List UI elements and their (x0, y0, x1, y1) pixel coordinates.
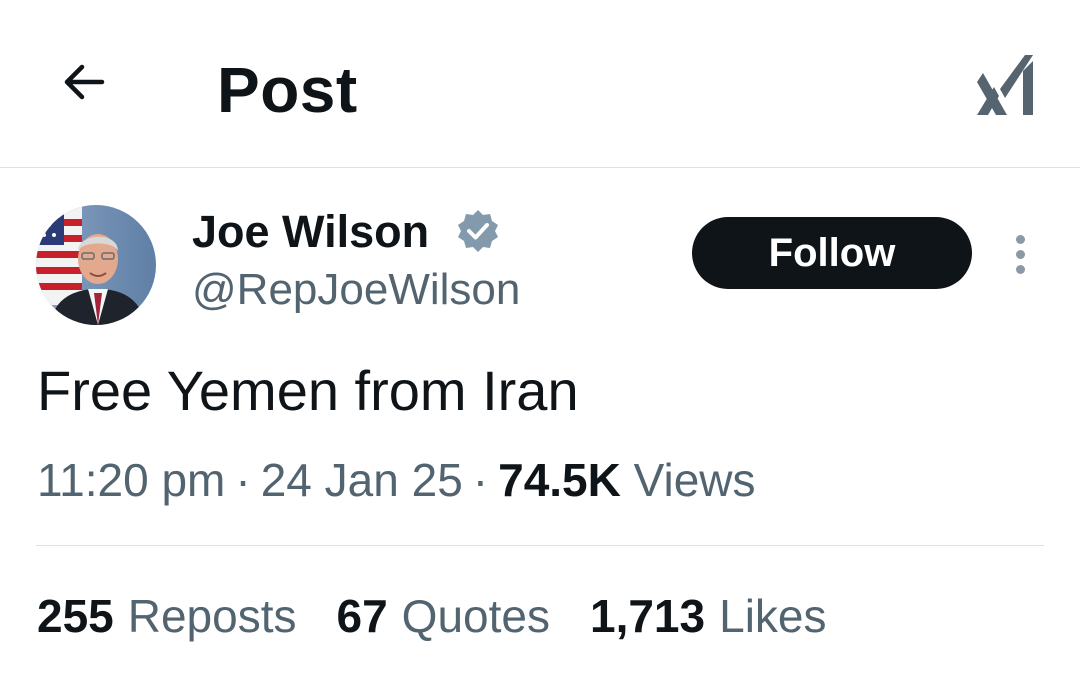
meta-separator: · (235, 454, 251, 506)
engagement-stats: 255 Reposts 67 Quotes 1,713 Likes (37, 588, 867, 644)
divider (36, 545, 1044, 546)
more-vertical-icon (1015, 234, 1025, 244)
tweet-time[interactable]: 11:20 pm (37, 454, 225, 506)
reposts-label: Reposts (127, 590, 297, 642)
grok-button[interactable] (972, 48, 1044, 124)
reposts-count: 255 (37, 590, 114, 642)
follow-button[interactable]: Follow (692, 217, 972, 289)
views-label: Views (633, 454, 756, 506)
top-bar: Post (0, 0, 1080, 168)
tweet-text: Free Yemen from Iran (37, 359, 579, 422)
quotes-stat[interactable]: 67 Quotes (337, 588, 550, 644)
verified-badge-icon (455, 208, 501, 254)
likes-count: 1,713 (589, 590, 706, 642)
likes-stat[interactable]: 1,713 Likes (590, 588, 827, 644)
reposts-stat[interactable]: 255 Reposts (37, 588, 297, 644)
meta-separator: · (472, 454, 489, 506)
author-name[interactable]: Joe Wilson (192, 207, 429, 257)
arrow-left-icon (56, 54, 112, 115)
tweet-meta: 11:20 pm · 24 Jan 25 · 74.5K Views (37, 452, 756, 508)
author-handle[interactable]: @RepJoeWilson (192, 264, 520, 316)
tweet-date[interactable]: 24 Jan 25 (261, 454, 463, 506)
more-vertical-icon (1015, 249, 1025, 259)
quotes-label: Quotes (401, 590, 550, 642)
back-button[interactable] (52, 52, 116, 116)
more-vertical-icon (1015, 264, 1025, 274)
avatar[interactable] (36, 205, 156, 325)
grok-icon (977, 51, 1039, 122)
quotes-count: 67 (336, 590, 388, 642)
avatar-photo (36, 205, 156, 325)
page-title: Post (217, 54, 358, 126)
views-count: 74.5K (498, 454, 621, 506)
likes-label: Likes (719, 590, 827, 642)
more-options-button[interactable] (998, 228, 1042, 280)
